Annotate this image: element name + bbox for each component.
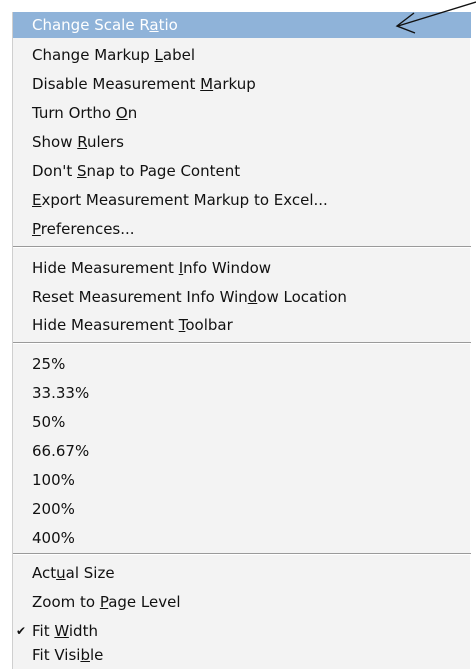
menu-item-show-rulers[interactable]: Show Rulers — [13, 129, 471, 155]
menu-item-label: 100% — [32, 471, 75, 489]
menu-item-label: 50% — [32, 413, 66, 431]
menu-item-label: 25% — [32, 355, 66, 373]
menu-item-label: Zoom to Page Level — [32, 593, 181, 611]
menu-item-dont-snap-to-page-content[interactable]: Don't Snap to Page Content — [13, 158, 471, 184]
menu-item-actual-size[interactable]: Actual Size — [13, 560, 471, 586]
menu-separator — [13, 342, 471, 344]
menu-item-fit-width[interactable]: ✔ Fit Width — [13, 618, 471, 644]
menu-item-label: Fit Width — [32, 622, 98, 640]
menu-separator — [13, 246, 471, 248]
menu-item-label: 33.33% — [32, 384, 90, 402]
menu-item-label: Hide Measurement Info Window — [32, 259, 272, 277]
checkmark-icon: ✔ — [16, 624, 27, 638]
menu-item-zoom-400[interactable]: 400% — [13, 525, 471, 551]
menu-item-change-scale-ratio[interactable]: Change Scale Ratio — [13, 12, 471, 38]
menu-item-turn-ortho-on[interactable]: Turn Ortho On — [13, 100, 471, 126]
menu-item-label: Export Measurement Markup to Excel... — [32, 191, 328, 209]
menu-item-label: 400% — [32, 529, 75, 547]
menu-item-zoom-to-page-level[interactable]: Zoom to Page Level — [13, 589, 471, 615]
menu-item-zoom-33[interactable]: 33.33% — [13, 380, 471, 406]
menu-item-zoom-50[interactable]: 50% — [13, 409, 471, 435]
menu-item-hide-measurement-toolbar[interactable]: Hide Measurement Toolbar — [13, 312, 471, 338]
menu-item-label: 66.67% — [32, 442, 90, 460]
menu-item-zoom-200[interactable]: 200% — [13, 496, 471, 522]
menu-item-label: Preferences... — [32, 220, 135, 238]
menu-item-reset-measurement-info-window-location[interactable]: Reset Measurement Info Window Location — [13, 284, 471, 310]
context-menu: Change Scale Ratio Change Markup Label D… — [12, 12, 471, 669]
menu-item-label: Hide Measurement Toolbar — [32, 316, 233, 334]
menu-item-preferences[interactable]: Preferences... — [13, 216, 471, 242]
menu-item-label: Don't Snap to Page Content — [32, 162, 241, 180]
menu-item-hide-measurement-info-window[interactable]: Hide Measurement Info Window — [13, 255, 471, 281]
menu-item-zoom-25[interactable]: 25% — [13, 351, 471, 377]
menu-item-label: Disable Measurement Markup — [32, 75, 256, 93]
menu-item-export-measurement-markup[interactable]: Export Measurement Markup to Excel... — [13, 187, 471, 213]
menu-item-zoom-66[interactable]: 66.67% — [13, 438, 471, 464]
menu-item-label: Actual Size — [32, 564, 115, 582]
menu-item-change-markup-label[interactable]: Change Markup Label — [13, 42, 471, 68]
menu-item-disable-measurement-markup[interactable]: Disable Measurement Markup — [13, 71, 471, 97]
menu-item-label: Change Markup Label — [32, 46, 195, 64]
menu-item-label: Reset Measurement Info Window Location — [32, 288, 347, 306]
menu-item-label: 200% — [32, 500, 75, 518]
menu-item-label: Change Scale Ratio — [32, 16, 178, 34]
menu-separator — [13, 553, 471, 555]
menu-item-label: Show Rulers — [32, 133, 124, 151]
menu-item-label: Turn Ortho On — [32, 104, 138, 122]
menu-item-fit-visible[interactable]: Fit Visible — [13, 642, 471, 668]
menu-item-label: Fit Visible — [32, 646, 104, 664]
menu-item-zoom-100[interactable]: 100% — [13, 467, 471, 493]
